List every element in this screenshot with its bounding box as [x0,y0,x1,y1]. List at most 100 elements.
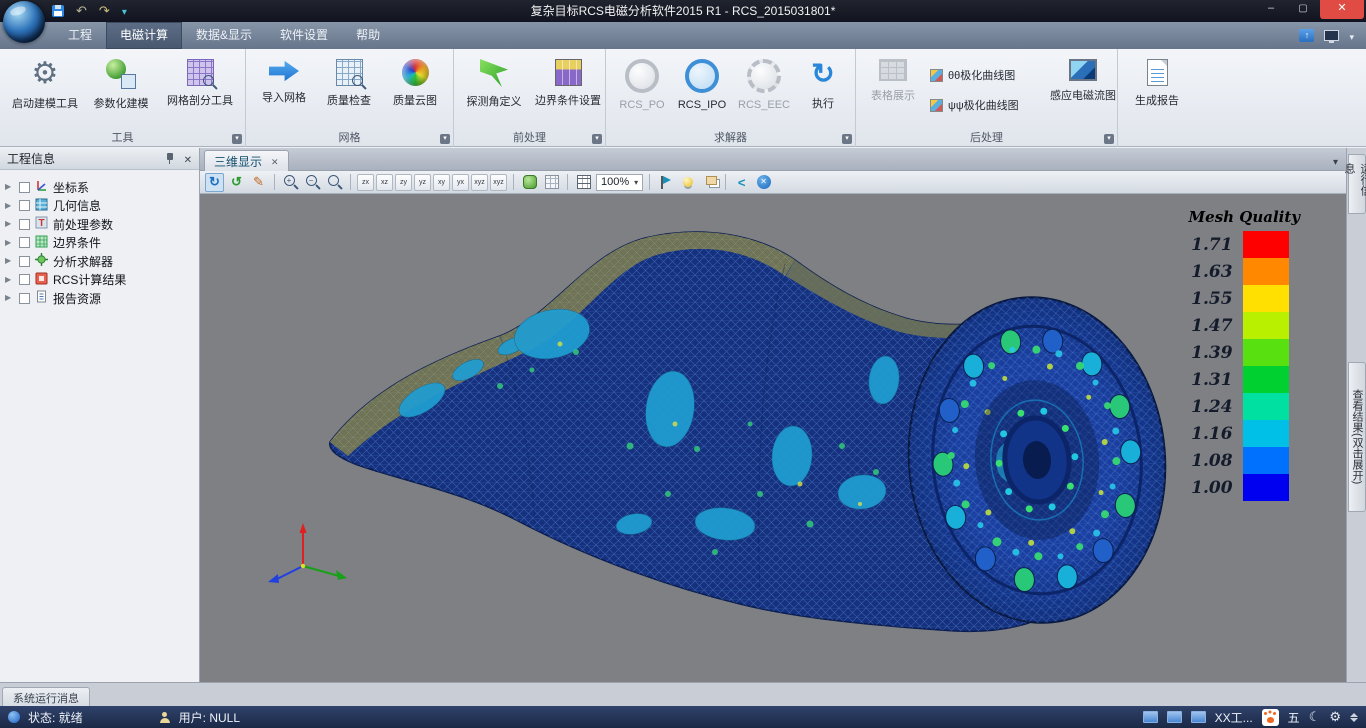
grid-toggle-icon[interactable] [574,173,593,192]
application-window: 复杂目标RCS电磁分析软件2015 R1 - RCS_2015031801* 工… [0,0,1366,728]
ribbon-group-report: 生成报告 [1118,49,1196,147]
tray-window-icon[interactable] [1143,711,1158,723]
table-icon [879,59,907,81]
view-orientation-button[interactable]: zy [395,174,412,191]
zoom-in-icon[interactable] [281,173,300,192]
psi-polarization-curve-button[interactable]: ψψ极化曲线图 [926,93,1066,117]
ime-paw-icon[interactable] [1262,709,1279,726]
view-orientation-button[interactable]: xyz [471,174,488,191]
rcs-ipo-button[interactable]: RCS_IPO [674,52,730,128]
tray-window-icon[interactable] [1191,711,1206,723]
run-info-tab[interactable]: 运行信息 [1348,154,1366,214]
view-orientation-button[interactable]: xz [376,174,393,191]
expander-icon[interactable] [5,289,14,307]
view-orientation-button[interactable]: yz [414,174,431,191]
display-icon[interactable] [1324,30,1339,41]
tab-help[interactable]: 帮助 [342,22,394,49]
tab-software-settings[interactable]: 软件设置 [266,22,342,49]
quality-cloud-button[interactable]: 质量云图 [384,52,446,128]
checkbox[interactable] [19,200,30,211]
import-mesh-button[interactable]: 导入网格 [254,52,314,128]
quick-access-dropdown-icon[interactable] [122,2,127,20]
tab-close-icon[interactable] [271,154,279,168]
probe-angle-button[interactable]: 探测角定义 [458,52,530,128]
share-icon[interactable] [732,173,751,192]
group-launcher-icon[interactable] [592,134,602,144]
tree-item-boundary-conditions[interactable]: 边界条件 [0,234,199,253]
launch-modeling-tool-button[interactable]: 启动建模工具 [8,52,82,128]
panel-close-icon[interactable] [184,152,192,166]
layers-icon[interactable] [700,173,719,192]
view-results-tab[interactable]: 查看结果(双击展开) [1348,362,1366,512]
zoom-out-icon[interactable] [303,173,322,192]
ime-settings-icon[interactable] [1329,709,1341,725]
shaded-view-icon[interactable] [520,173,539,192]
ime-mode-label[interactable]: 五 [1288,709,1300,726]
tab-em-computation[interactable]: 电磁计算 [106,22,182,49]
checkbox[interactable] [19,293,30,304]
orbit-view-icon[interactable] [205,173,224,192]
viewport-menu-arrow-icon[interactable] [1333,152,1338,170]
tray-window-icon[interactable] [1167,711,1182,723]
checkbox[interactable] [19,274,30,285]
wireframe-view-icon[interactable] [542,173,561,192]
ime-fullhalf-icon[interactable] [1309,709,1321,725]
view-orientation-button[interactable]: yx [452,174,469,191]
model-3d-viewport[interactable]: Mesh Quality 1.71 1.63 1.55 1.47 1.39 1.… [200,194,1346,682]
induced-current-map-button[interactable]: 感应电磁流图 [1052,52,1114,128]
tree-item-report-resources[interactable]: 报告资源 [0,289,199,308]
zoom-window-icon[interactable] [325,173,344,192]
checkbox[interactable] [19,219,30,230]
view-orientation-button[interactable]: xyz [490,174,507,191]
titlebar-dropdown-icon[interactable] [1349,27,1354,45]
group-launcher-icon[interactable] [440,134,450,144]
quality-check-button[interactable]: 质量检查 [318,52,380,128]
clear-view-icon[interactable] [754,173,773,192]
maximize-button[interactable] [1288,0,1318,19]
light-icon[interactable] [678,173,697,192]
checkbox[interactable] [19,256,30,267]
tree-item-geometry-info[interactable]: 几何信息 [0,197,199,216]
checkbox[interactable] [19,237,30,248]
expander-icon[interactable] [5,197,14,215]
pin-icon[interactable] [164,152,176,165]
tab-3d-display[interactable]: 三维显示 [204,150,289,171]
save-icon[interactable] [52,5,64,17]
checkbox[interactable] [19,182,30,193]
expander-icon[interactable] [5,252,14,270]
view-orientation-button[interactable]: xy [433,174,450,191]
expander-icon[interactable] [5,215,14,233]
collapse-ribbon-icon[interactable] [1299,29,1314,42]
boundary-settings-button[interactable]: 边界条件设置 [532,52,604,128]
minimize-button[interactable] [1256,0,1286,19]
refresh-view-icon[interactable] [227,173,246,192]
redo-icon[interactable] [99,2,110,20]
generate-report-button[interactable]: 生成报告 [1122,52,1192,128]
resize-grip-icon[interactable] [1350,713,1358,722]
theta-polarization-curve-button[interactable]: θθ极化曲线图 [926,63,1066,87]
expander-icon[interactable] [5,271,14,289]
view-orientation-button[interactable]: zx [357,174,374,191]
tree-item-rcs-results[interactable]: RCS计算结果 [0,271,199,290]
tab-project[interactable]: 工程 [54,22,106,49]
group-launcher-icon[interactable] [842,134,852,144]
group-label-tools: 工具 [112,132,134,144]
tree-item-preprocess-params[interactable]: T 前处理参数 [0,215,199,234]
system-messages-tab[interactable]: 系统运行消息 [2,687,90,707]
parametric-modeling-button[interactable]: 参数化建模 [86,52,156,128]
group-launcher-icon[interactable] [232,134,242,144]
expander-icon[interactable] [5,234,14,252]
close-button[interactable] [1320,0,1364,19]
tree-item-coordinate-system[interactable]: 坐标系 [0,178,199,197]
undo-icon[interactable] [76,2,87,20]
tab-data-display[interactable]: 数据&显示 [182,22,266,49]
zoom-level-select[interactable]: 100% [596,174,643,191]
expander-icon[interactable] [5,178,14,196]
mesh-partition-tool-button[interactable]: 网格剖分工具 [160,52,240,128]
app-logo-icon[interactable] [3,1,45,43]
group-launcher-icon[interactable] [1104,134,1114,144]
execute-button[interactable]: 执行 [798,52,848,128]
annotate-icon[interactable] [249,173,268,192]
flag-tool-icon[interactable] [656,173,675,192]
tree-item-analysis-solver[interactable]: 分析求解器 [0,252,199,271]
